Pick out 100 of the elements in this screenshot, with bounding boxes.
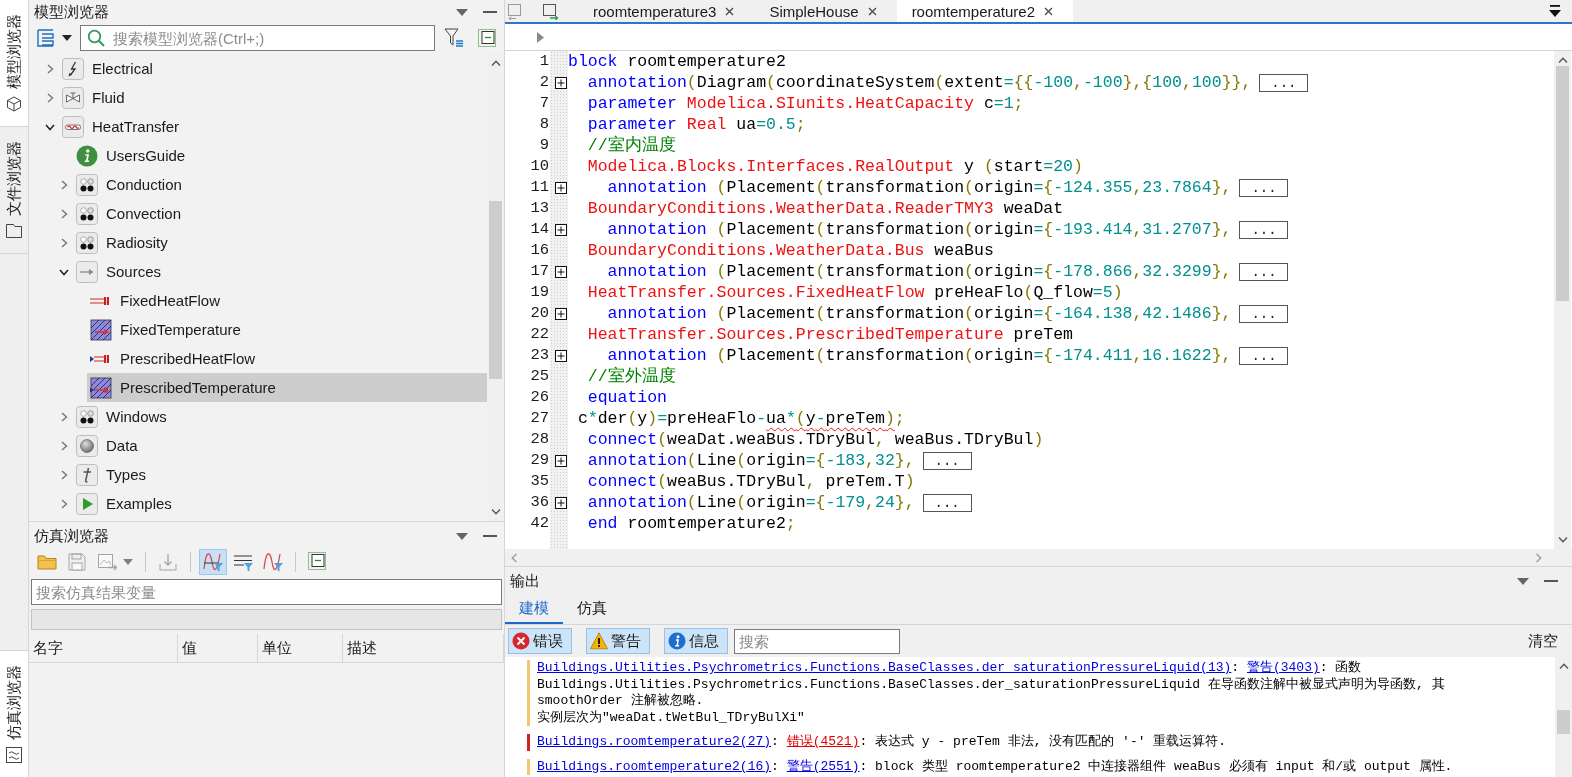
dropdown-icon[interactable] (456, 532, 468, 540)
hatched-square-icon (90, 318, 112, 341)
window-arrow-icon[interactable] (542, 2, 559, 20)
code-line: Modelica.Blocks.Interfaces.RealOutput y (start=20) (586, 156, 1083, 177)
tree-item[interactable]: Windows (73, 402, 487, 431)
tree-item[interactable]: Data (73, 431, 487, 460)
scroll-up-icon[interactable] (490, 60, 501, 66)
scroll-right-icon[interactable] (1536, 552, 1542, 563)
info-icon (668, 632, 686, 650)
fold-ellipsis-button[interactable]: ... (1239, 220, 1289, 239)
tab-menu-icon[interactable] (1548, 4, 1562, 18)
search-field[interactable]: 搜索模型浏览器(Ctrl+;) (80, 25, 435, 51)
code-line: //室内温度 (586, 135, 676, 156)
scroll-up-icon[interactable] (1557, 57, 1568, 63)
scrollbar[interactable] (505, 549, 1572, 566)
tree-item[interactable]: Conduction (73, 170, 487, 199)
scrollbar-thumb[interactable] (1557, 710, 1570, 734)
tree-item[interactable]: Radiosity (73, 228, 487, 257)
plus-box-icon[interactable] (555, 76, 567, 89)
scroll-up-icon[interactable] (1558, 663, 1569, 669)
level-link[interactable]: 错误(4521) (786, 734, 860, 749)
search-field[interactable]: 搜索仿真结果变量 (31, 579, 502, 605)
panel-title: 输出 (510, 571, 540, 591)
tree-item[interactable]: PrescribedHeatFlow (87, 344, 487, 373)
column-header[interactable]: 描述 (343, 634, 504, 662)
source-link[interactable]: Buildings.roomtemperature2(16) (537, 758, 772, 774)
tree-item[interactable]: HeatTransfer (59, 112, 487, 141)
editor-tab[interactable]: SimpleHouse (754, 0, 897, 22)
code-line: annotation (Placement(transformation(origin={-124.355,23.7864}, (606, 177, 1232, 198)
dots-icon (76, 405, 98, 428)
dropdown-icon[interactable] (456, 8, 468, 16)
column-header[interactable]: 值 (178, 634, 258, 662)
panel-title: 仿真浏览器 (34, 526, 109, 546)
dropdown-icon[interactable] (1517, 577, 1529, 585)
source-link[interactable]: Buildings.Utilities.Psychrometrics.Functions.BaseClasses.der_saturationPressureLiquid(13) (537, 660, 1232, 675)
scroll-down-icon[interactable] (490, 509, 501, 515)
fold-ellipsis-button[interactable]: ... (922, 451, 972, 470)
source-link[interactable]: Buildings.roomtemperature2(27) (537, 734, 772, 749)
plus-box-icon[interactable] (555, 349, 567, 362)
code-line: annotation(Line(origin={-179,24}, (586, 492, 915, 513)
editor-tab[interactable]: roomtemperature2 (896, 0, 1074, 22)
collapse-all-icon[interactable] (478, 29, 496, 47)
tree-item[interactable]: FixedTemperature (87, 315, 487, 344)
search-field[interactable]: 搜索 (734, 628, 900, 654)
tree-item[interactable]: Types (73, 460, 487, 489)
plus-box-icon[interactable] (555, 223, 567, 236)
side-tab[interactable]: 文件浏览器 (0, 127, 28, 254)
column-header[interactable]: 单位 (258, 634, 343, 662)
fold-ellipsis-button[interactable]: ... (922, 493, 972, 512)
output-tab[interactable]: 仿真 (563, 595, 621, 624)
output-tab[interactable]: 建模 (505, 595, 563, 624)
fold-ellipsis-button[interactable]: ... (1259, 73, 1309, 92)
close-icon[interactable] (1044, 6, 1054, 16)
scroll-left-icon[interactable] (511, 552, 517, 563)
scroll-down-icon[interactable] (1557, 537, 1568, 543)
plus-box-icon[interactable] (555, 181, 567, 194)
fold-ellipsis-button[interactable]: ... (1239, 304, 1289, 323)
level-link[interactable]: 警告(3403) (1246, 660, 1320, 675)
code-line: annotation (Placement(transformation(origin={-193.414,31.2707}, (606, 219, 1232, 240)
tree-item[interactable]: Fluid (59, 83, 487, 112)
scrollbar[interactable] (1554, 51, 1571, 549)
level-link[interactable]: 警告(2551) (786, 758, 860, 774)
severity-bar (527, 734, 530, 751)
editor-tab[interactable]: roomtemperature3 (578, 0, 755, 22)
tree-item[interactable]: Examples (73, 489, 487, 518)
tree-item[interactable]: Electrical (59, 54, 487, 83)
side-tab[interactable]: 模型浏览器 (0, 0, 28, 127)
tree-item[interactable]: PrescribedTemperature (87, 373, 487, 402)
fold-ellipsis-button[interactable]: ... (1239, 346, 1289, 365)
close-icon[interactable] (725, 6, 735, 16)
error-filter-button[interactable]: 错误 (508, 628, 572, 654)
line-number: 19 (529, 282, 550, 303)
line-number: 35 (529, 471, 550, 492)
scrollbar[interactable] (1555, 657, 1572, 777)
fold-ellipsis-button[interactable]: ... (1239, 178, 1289, 197)
column-header[interactable]: 名字 (29, 634, 178, 662)
close-icon[interactable] (867, 6, 877, 16)
tree-item[interactable]: Sources (73, 257, 487, 286)
side-tab[interactable]: 仿真浏览器 (0, 650, 28, 777)
code-line: end roomtemperature2; (586, 513, 796, 534)
scrollbar-thumb[interactable] (1556, 66, 1569, 301)
view-mode-button[interactable] (35, 27, 74, 49)
info-filter-button[interactable]: 信息 (664, 628, 728, 654)
cube-icon (6, 96, 22, 112)
plus-box-icon[interactable] (555, 496, 567, 509)
warning-filter-button[interactable]: 警告 (586, 628, 650, 654)
tree-item[interactable]: FixedHeatFlow (87, 286, 487, 315)
filter-icon[interactable] (444, 28, 464, 48)
expand-arrow-icon[interactable] (537, 31, 544, 43)
folder-icon (37, 552, 57, 572)
plus-box-icon[interactable] (555, 454, 567, 467)
tree-item[interactable]: Convection (73, 199, 487, 228)
line-number: 29 (529, 450, 550, 471)
clear-button[interactable]: 清空 (1528, 631, 1558, 651)
plus-box-icon[interactable] (555, 307, 567, 320)
scrollbar-thumb[interactable] (489, 201, 502, 379)
tree-item[interactable]: UsersGuide (73, 141, 487, 170)
fold-ellipsis-button[interactable]: ... (1239, 262, 1289, 281)
plus-box-icon[interactable] (555, 265, 567, 278)
code-line: annotation(Diagram(coordinateSystem(extent={{-100,-100},{100,100}}, (586, 72, 1252, 93)
